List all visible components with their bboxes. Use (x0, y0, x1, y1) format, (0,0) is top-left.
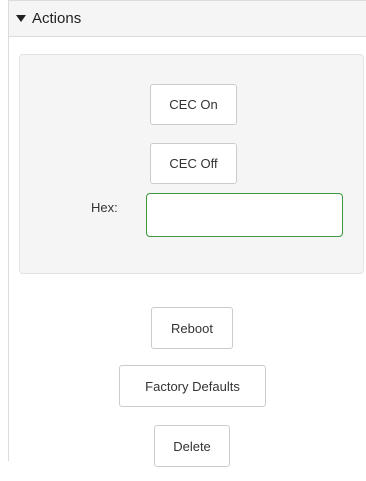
caret-down-icon (16, 15, 26, 22)
cec-controls-well: CEC On CEC Off Hex: (19, 54, 364, 274)
delete-button[interactable]: Delete (154, 425, 230, 467)
hex-input[interactable] (146, 193, 343, 237)
actions-panel-header[interactable]: Actions (9, 1, 366, 37)
factory-defaults-button[interactable]: Factory Defaults (119, 365, 266, 407)
hex-label: Hex: (91, 200, 118, 215)
cec-off-button[interactable]: CEC Off (150, 143, 237, 184)
cec-on-button[interactable]: CEC On (150, 84, 237, 125)
reboot-button[interactable]: Reboot (151, 307, 233, 349)
actions-panel: Actions CEC On CEC Off Hex: Reboot Facto… (8, 0, 366, 467)
panel-title: Actions (32, 10, 82, 27)
